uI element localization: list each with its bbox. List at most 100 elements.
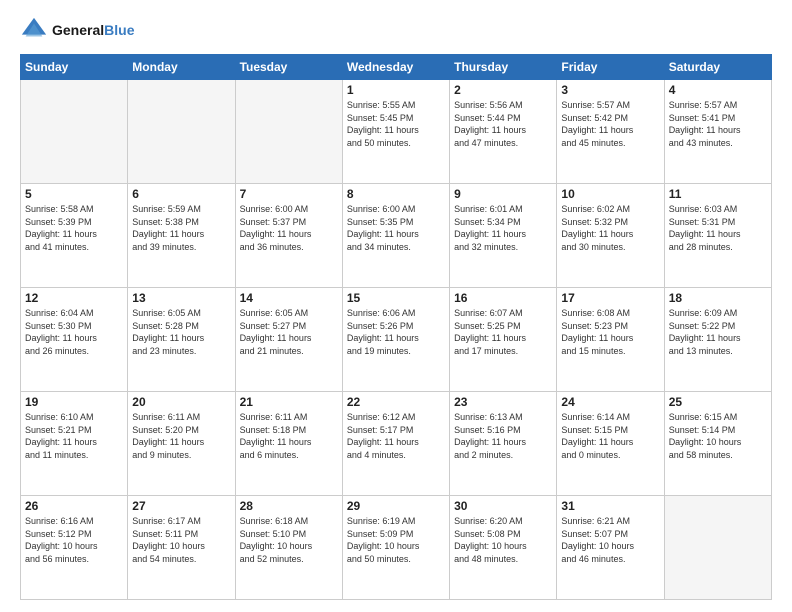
day-info: Sunrise: 5:57 AM Sunset: 5:41 PM Dayligh… <box>669 99 767 149</box>
day-number: 20 <box>132 395 230 409</box>
day-number: 12 <box>25 291 123 305</box>
day-number: 21 <box>240 395 338 409</box>
day-number: 2 <box>454 83 552 97</box>
day-info: Sunrise: 6:18 AM Sunset: 5:10 PM Dayligh… <box>240 515 338 565</box>
day-info: Sunrise: 6:04 AM Sunset: 5:30 PM Dayligh… <box>25 307 123 357</box>
week-row-3: 12 Sunrise: 6:04 AM Sunset: 5:30 PM Dayli… <box>21 288 772 392</box>
day-cell-21: 21 Sunrise: 6:11 AM Sunset: 5:18 PM Dayli… <box>235 392 342 496</box>
calendar-table: SundayMondayTuesdayWednesdayThursdayFrid… <box>20 54 772 600</box>
day-number: 8 <box>347 187 445 201</box>
day-number: 4 <box>669 83 767 97</box>
weekday-header-monday: Monday <box>128 55 235 80</box>
weekday-header-sunday: Sunday <box>21 55 128 80</box>
day-cell-7: 7 Sunrise: 6:00 AM Sunset: 5:37 PM Daylig… <box>235 184 342 288</box>
day-cell-4: 4 Sunrise: 5:57 AM Sunset: 5:41 PM Daylig… <box>664 80 771 184</box>
week-row-5: 26 Sunrise: 6:16 AM Sunset: 5:12 PM Dayli… <box>21 496 772 600</box>
weekday-header-wednesday: Wednesday <box>342 55 449 80</box>
day-number: 27 <box>132 499 230 513</box>
day-number: 15 <box>347 291 445 305</box>
day-cell-8: 8 Sunrise: 6:00 AM Sunset: 5:35 PM Daylig… <box>342 184 449 288</box>
day-cell-18: 18Sunrise: 6:09 AM Sunset: 5:22 PM Dayli… <box>664 288 771 392</box>
weekday-header-friday: Friday <box>557 55 664 80</box>
day-number: 10 <box>561 187 659 201</box>
day-number: 3 <box>561 83 659 97</box>
day-number: 23 <box>454 395 552 409</box>
day-number: 16 <box>454 291 552 305</box>
week-row-1: 1 Sunrise: 5:55 AM Sunset: 5:45 PM Daylig… <box>21 80 772 184</box>
day-number: 31 <box>561 499 659 513</box>
weekday-header-row: SundayMondayTuesdayWednesdayThursdayFrid… <box>21 55 772 80</box>
day-info: Sunrise: 6:17 AM Sunset: 5:11 PM Dayligh… <box>132 515 230 565</box>
day-info: Sunrise: 6:21 AM Sunset: 5:07 PM Dayligh… <box>561 515 659 565</box>
day-info: Sunrise: 6:01 AM Sunset: 5:34 PM Dayligh… <box>454 203 552 253</box>
day-info: Sunrise: 6:12 AM Sunset: 5:17 PM Dayligh… <box>347 411 445 461</box>
logo-text: GeneralBlue <box>52 22 134 38</box>
day-cell-27: 27 Sunrise: 6:17 AM Sunset: 5:11 PM Dayli… <box>128 496 235 600</box>
day-cell-3: 3 Sunrise: 5:57 AM Sunset: 5:42 PM Daylig… <box>557 80 664 184</box>
day-number: 9 <box>454 187 552 201</box>
day-cell-25: 25Sunrise: 6:15 AM Sunset: 5:14 PM Dayli… <box>664 392 771 496</box>
day-info: Sunrise: 5:58 AM Sunset: 5:39 PM Dayligh… <box>25 203 123 253</box>
empty-cell <box>21 80 128 184</box>
weekday-header-tuesday: Tuesday <box>235 55 342 80</box>
day-cell-1: 1 Sunrise: 5:55 AM Sunset: 5:45 PM Daylig… <box>342 80 449 184</box>
day-number: 26 <box>25 499 123 513</box>
day-number: 6 <box>132 187 230 201</box>
day-number: 1 <box>347 83 445 97</box>
day-info: Sunrise: 6:02 AM Sunset: 5:32 PM Dayligh… <box>561 203 659 253</box>
day-cell-28: 28 Sunrise: 6:18 AM Sunset: 5:10 PM Dayli… <box>235 496 342 600</box>
day-number: 28 <box>240 499 338 513</box>
day-number: 11 <box>669 187 767 201</box>
day-info: Sunrise: 6:11 AM Sunset: 5:18 PM Dayligh… <box>240 411 338 461</box>
day-cell-5: 5 Sunrise: 5:58 AM Sunset: 5:39 PM Daylig… <box>21 184 128 288</box>
day-cell-11: 11Sunrise: 6:03 AM Sunset: 5:31 PM Dayli… <box>664 184 771 288</box>
day-cell-9: 9 Sunrise: 6:01 AM Sunset: 5:34 PM Daylig… <box>450 184 557 288</box>
logo-icon <box>20 16 48 44</box>
day-info: Sunrise: 6:07 AM Sunset: 5:25 PM Dayligh… <box>454 307 552 357</box>
day-info: Sunrise: 6:00 AM Sunset: 5:37 PM Dayligh… <box>240 203 338 253</box>
day-info: Sunrise: 6:05 AM Sunset: 5:27 PM Dayligh… <box>240 307 338 357</box>
day-info: Sunrise: 5:59 AM Sunset: 5:38 PM Dayligh… <box>132 203 230 253</box>
day-cell-31: 31 Sunrise: 6:21 AM Sunset: 5:07 PM Dayli… <box>557 496 664 600</box>
day-cell-14: 14Sunrise: 6:05 AM Sunset: 5:27 PM Dayli… <box>235 288 342 392</box>
day-info: Sunrise: 6:06 AM Sunset: 5:26 PM Dayligh… <box>347 307 445 357</box>
day-info: Sunrise: 6:14 AM Sunset: 5:15 PM Dayligh… <box>561 411 659 461</box>
page: GeneralBlue SundayMondayTuesdayWednesday… <box>0 0 792 612</box>
weekday-header-thursday: Thursday <box>450 55 557 80</box>
day-info: Sunrise: 6:09 AM Sunset: 5:22 PM Dayligh… <box>669 307 767 357</box>
day-info: Sunrise: 5:55 AM Sunset: 5:45 PM Dayligh… <box>347 99 445 149</box>
day-number: 29 <box>347 499 445 513</box>
day-cell-29: 29Sunrise: 6:19 AM Sunset: 5:09 PM Dayli… <box>342 496 449 600</box>
empty-cell <box>128 80 235 184</box>
day-info: Sunrise: 6:15 AM Sunset: 5:14 PM Dayligh… <box>669 411 767 461</box>
day-cell-20: 20 Sunrise: 6:11 AM Sunset: 5:20 PM Dayli… <box>128 392 235 496</box>
logo: GeneralBlue <box>20 16 134 44</box>
day-cell-6: 6 Sunrise: 5:59 AM Sunset: 5:38 PM Daylig… <box>128 184 235 288</box>
day-number: 30 <box>454 499 552 513</box>
day-cell-26: 26 Sunrise: 6:16 AM Sunset: 5:12 PM Dayli… <box>21 496 128 600</box>
day-info: Sunrise: 6:10 AM Sunset: 5:21 PM Dayligh… <box>25 411 123 461</box>
day-cell-2: 2 Sunrise: 5:56 AM Sunset: 5:44 PM Daylig… <box>450 80 557 184</box>
day-cell-30: 30Sunrise: 6:20 AM Sunset: 5:08 PM Dayli… <box>450 496 557 600</box>
day-cell-19: 19 Sunrise: 6:10 AM Sunset: 5:21 PM Dayli… <box>21 392 128 496</box>
day-cell-15: 15 Sunrise: 6:06 AM Sunset: 5:26 PM Dayli… <box>342 288 449 392</box>
header: GeneralBlue <box>20 16 772 44</box>
day-info: Sunrise: 5:57 AM Sunset: 5:42 PM Dayligh… <box>561 99 659 149</box>
day-info: Sunrise: 5:56 AM Sunset: 5:44 PM Dayligh… <box>454 99 552 149</box>
day-info: Sunrise: 6:11 AM Sunset: 5:20 PM Dayligh… <box>132 411 230 461</box>
day-cell-10: 10 Sunrise: 6:02 AM Sunset: 5:32 PM Dayli… <box>557 184 664 288</box>
day-info: Sunrise: 6:00 AM Sunset: 5:35 PM Dayligh… <box>347 203 445 253</box>
day-number: 13 <box>132 291 230 305</box>
day-info: Sunrise: 6:16 AM Sunset: 5:12 PM Dayligh… <box>25 515 123 565</box>
day-info: Sunrise: 6:05 AM Sunset: 5:28 PM Dayligh… <box>132 307 230 357</box>
day-number: 5 <box>25 187 123 201</box>
day-cell-17: 17Sunrise: 6:08 AM Sunset: 5:23 PM Dayli… <box>557 288 664 392</box>
day-number: 7 <box>240 187 338 201</box>
day-number: 19 <box>25 395 123 409</box>
day-cell-24: 24Sunrise: 6:14 AM Sunset: 5:15 PM Dayli… <box>557 392 664 496</box>
weekday-header-saturday: Saturday <box>664 55 771 80</box>
day-cell-23: 23Sunrise: 6:13 AM Sunset: 5:16 PM Dayli… <box>450 392 557 496</box>
day-number: 22 <box>347 395 445 409</box>
day-cell-16: 16 Sunrise: 6:07 AM Sunset: 5:25 PM Dayli… <box>450 288 557 392</box>
empty-cell <box>664 496 771 600</box>
